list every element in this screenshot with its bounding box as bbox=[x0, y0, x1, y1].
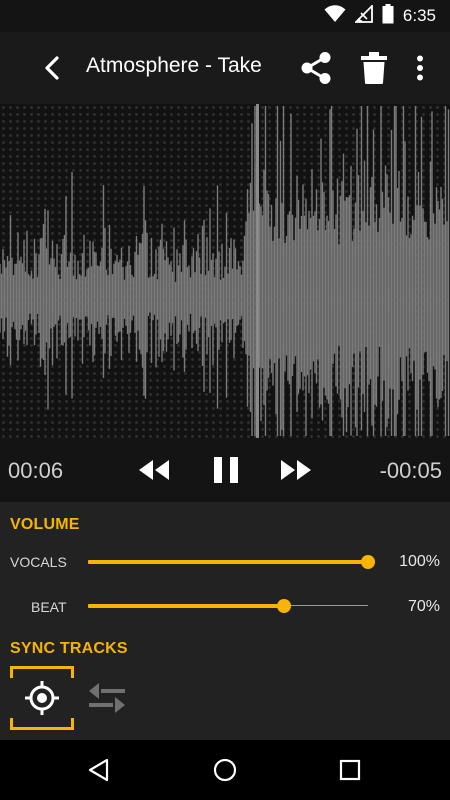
nav-home-button[interactable] bbox=[210, 755, 240, 785]
app-bar: Atmosphere - Take bbox=[0, 32, 450, 104]
pause-button[interactable] bbox=[206, 450, 246, 490]
waveform-view[interactable] bbox=[0, 104, 450, 438]
beat-label: BEAT bbox=[31, 599, 67, 615]
nav-back-button[interactable] bbox=[84, 755, 114, 785]
overflow-menu-button[interactable] bbox=[406, 48, 434, 88]
recording-title: Atmosphere - Take bbox=[86, 54, 262, 77]
more-vertical-icon bbox=[417, 55, 423, 81]
fast-forward-button[interactable] bbox=[276, 452, 316, 488]
status-time: 6:35 bbox=[402, 6, 436, 25]
chevron-left-icon bbox=[45, 56, 59, 80]
nav-recents-button[interactable] bbox=[335, 755, 365, 785]
crosshair-icon bbox=[25, 681, 59, 715]
sync-tracks-section-title: SYNC TRACKS bbox=[10, 640, 128, 657]
remaining-time: -00:05 bbox=[379, 458, 442, 483]
pause-icon bbox=[214, 457, 238, 483]
delete-button[interactable] bbox=[356, 48, 392, 88]
vocals-volume-value: 100% bbox=[399, 553, 440, 570]
battery-icon bbox=[382, 3, 394, 29]
vocals-volume-slider[interactable] bbox=[88, 550, 375, 574]
elapsed-time: 00:06 bbox=[8, 458, 64, 483]
fast-forward-icon bbox=[281, 460, 311, 480]
vocals-label: VOCALS bbox=[10, 554, 67, 570]
cellular-signal-icon bbox=[353, 3, 373, 28]
slider-thumb[interactable] bbox=[361, 555, 375, 569]
rewind-icon bbox=[139, 460, 169, 480]
rewind-button[interactable] bbox=[134, 452, 174, 488]
circle-home-icon bbox=[213, 758, 237, 782]
sync-manual-button[interactable] bbox=[86, 680, 128, 716]
triangle-back-icon bbox=[88, 758, 109, 782]
status-bar: 6:35 bbox=[0, 0, 450, 32]
volume-section-title: VOLUME bbox=[10, 516, 80, 533]
share-button[interactable] bbox=[296, 48, 336, 88]
back-button[interactable] bbox=[34, 50, 70, 86]
system-navigation-bar bbox=[0, 740, 450, 800]
square-recents-icon bbox=[339, 759, 361, 781]
slider-thumb[interactable] bbox=[277, 599, 291, 613]
wifi-icon bbox=[324, 4, 346, 28]
status-icons: 6:35 bbox=[324, 0, 436, 32]
sync-auto-button[interactable] bbox=[10, 666, 74, 730]
beat-volume-slider[interactable] bbox=[88, 594, 368, 618]
trash-icon bbox=[361, 52, 387, 84]
mix-controls-panel: VOLUME VOCALS 100% BEAT 70% SYNC TRACKS bbox=[0, 502, 450, 740]
slider-fill bbox=[88, 560, 368, 564]
slider-fill bbox=[88, 604, 284, 608]
share-icon bbox=[301, 52, 331, 84]
playhead[interactable] bbox=[256, 104, 259, 438]
beat-volume-value: 70% bbox=[407, 598, 440, 615]
transport-bar: 00:06 -00:05 bbox=[0, 438, 450, 502]
swap-horizontal-icon bbox=[89, 683, 125, 713]
